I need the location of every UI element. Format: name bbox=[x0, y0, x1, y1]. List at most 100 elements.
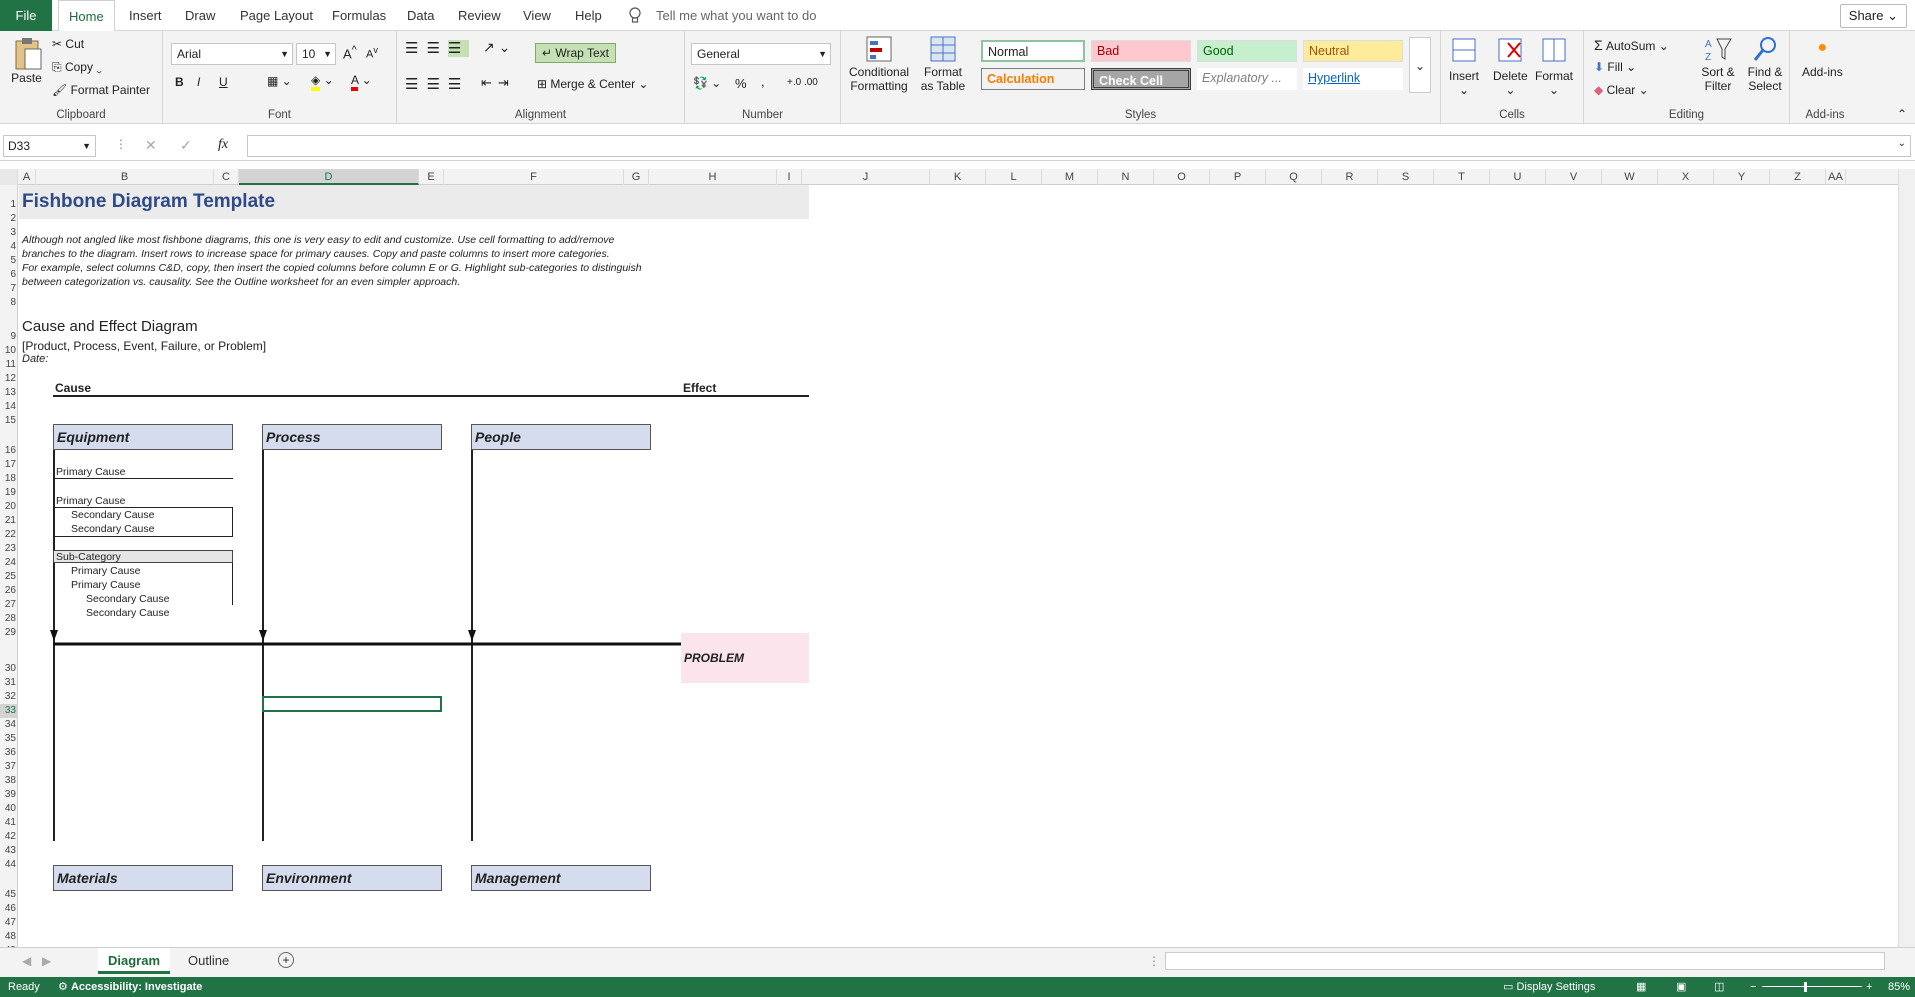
column-header-m[interactable]: M bbox=[1042, 169, 1098, 185]
column-header-y[interactable]: Y bbox=[1714, 169, 1770, 185]
row-header-34[interactable]: 34 bbox=[0, 718, 18, 732]
row-header-6[interactable]: 6 bbox=[0, 268, 18, 282]
collapse-ribbon-icon[interactable]: ⌃ bbox=[1897, 107, 1907, 121]
column-header-h[interactable]: H bbox=[649, 169, 777, 185]
row-header-47[interactable]: 47 bbox=[0, 916, 18, 930]
tell-me-search[interactable]: Tell me what you want to do bbox=[656, 0, 816, 31]
enter-icon[interactable]: ✓ bbox=[180, 137, 192, 154]
column-header-u[interactable]: U bbox=[1490, 169, 1546, 185]
row-header-35[interactable]: 35 bbox=[0, 732, 18, 746]
sheet-tab-diagram[interactable]: Diagram bbox=[98, 948, 171, 974]
accessibility-status[interactable]: ⚙ Accessibility: Investigate bbox=[58, 977, 202, 997]
prev-sheet-icon[interactable]: ◀ bbox=[22, 954, 31, 968]
row-header-23[interactable]: 23 bbox=[0, 542, 18, 556]
row-header-39[interactable]: 39 bbox=[0, 788, 18, 802]
increase-font-icon[interactable]: A^ bbox=[343, 44, 357, 61]
percent-button[interactable]: % bbox=[735, 76, 747, 91]
name-box[interactable]: D33 ▼ bbox=[3, 135, 96, 157]
row-header-8[interactable]: 8 bbox=[0, 296, 18, 310]
column-header-x[interactable]: X bbox=[1658, 169, 1714, 185]
row-header-41[interactable]: 41 bbox=[0, 816, 18, 830]
column-header-d[interactable]: D bbox=[239, 169, 419, 185]
row-header-48[interactable]: 48 bbox=[0, 930, 18, 944]
page-break-view-icon[interactable]: ◫ bbox=[1714, 977, 1724, 997]
comma-button[interactable]: , bbox=[761, 74, 765, 89]
style-calculation[interactable]: Calculation bbox=[981, 68, 1085, 90]
tab-draw[interactable]: Draw bbox=[185, 0, 215, 31]
next-sheet-icon[interactable]: ▶ bbox=[42, 954, 51, 968]
row-header-17[interactable]: 17 bbox=[0, 458, 18, 472]
row-header-30[interactable]: 30 bbox=[0, 640, 18, 676]
style-neutral[interactable]: Neutral bbox=[1303, 40, 1403, 62]
underline-button[interactable]: U bbox=[219, 75, 228, 89]
sort-filter-button[interactable]: A Z Sort & Filter bbox=[1696, 35, 1740, 93]
page-layout-view-icon[interactable]: ▣ bbox=[1676, 977, 1686, 997]
row-header-38[interactable]: 38 bbox=[0, 774, 18, 788]
style-bad[interactable]: Bad bbox=[1091, 40, 1191, 62]
row-header-31[interactable]: 31 bbox=[0, 676, 18, 690]
column-header-q[interactable]: Q bbox=[1266, 169, 1322, 185]
column-header-i[interactable]: I bbox=[777, 169, 802, 185]
style-explanatory[interactable]: Explanatory ... bbox=[1197, 68, 1297, 90]
column-header-o[interactable]: O bbox=[1154, 169, 1210, 185]
paste-button[interactable]: Paste bbox=[10, 37, 43, 85]
autosum-button[interactable]: Σ AutoSum ⌄ bbox=[1594, 37, 1669, 53]
insert-cells-button[interactable]: Insert ⌄ bbox=[1449, 35, 1479, 97]
column-header-r[interactable]: R bbox=[1322, 169, 1378, 185]
display-settings[interactable]: ▭ Display Settings bbox=[1503, 977, 1595, 997]
row-header-22[interactable]: 22 bbox=[0, 528, 18, 542]
row-header-45[interactable]: 45 bbox=[0, 872, 18, 902]
font-color-icon[interactable]: A ⌄ bbox=[351, 73, 372, 91]
row-header-2[interactable]: 2 bbox=[0, 212, 18, 226]
format-as-table-button[interactable]: Format as Table bbox=[917, 35, 969, 93]
add-sheet-icon[interactable]: + bbox=[278, 952, 294, 968]
zoom-slider[interactable] bbox=[1804, 982, 1807, 992]
row-header-9[interactable]: 9 bbox=[0, 310, 18, 344]
font-size-select[interactable]: 10 ▼ bbox=[296, 43, 336, 65]
row-header-15[interactable]: 15 bbox=[0, 414, 18, 428]
row-header-29[interactable]: 29 bbox=[0, 626, 18, 640]
row-header-28[interactable]: 28 bbox=[0, 612, 18, 626]
row-header-46[interactable]: 46 bbox=[0, 902, 18, 916]
tab-insert[interactable]: Insert bbox=[129, 0, 162, 31]
row-header-16[interactable]: 16 bbox=[0, 428, 18, 458]
tab-file[interactable]: File bbox=[0, 0, 52, 31]
tab-view[interactable]: View bbox=[523, 0, 551, 31]
column-header-l[interactable]: L bbox=[986, 169, 1042, 185]
merge-center-button[interactable]: ⊞ Merge & Center ⌄ bbox=[537, 77, 648, 91]
delete-cells-button[interactable]: Delete ⌄ bbox=[1493, 35, 1528, 97]
row-header-7[interactable]: 7 bbox=[0, 282, 18, 296]
find-select-button[interactable]: Find & Select bbox=[1742, 35, 1788, 93]
column-header-a[interactable]: A bbox=[18, 169, 36, 185]
tab-splitter-icon[interactable]: ⋮ bbox=[1148, 954, 1160, 968]
row-header-19[interactable]: 19 bbox=[0, 486, 18, 500]
style-hyperlink[interactable]: Hyperlink bbox=[1303, 68, 1403, 90]
row-header-12[interactable]: 12 bbox=[0, 372, 18, 386]
borders-icon[interactable]: ▦ ⌄ bbox=[267, 74, 292, 88]
row-header-36[interactable]: 36 bbox=[0, 746, 18, 760]
style-check-cell[interactable]: Check Cell bbox=[1091, 68, 1191, 90]
row-header-3[interactable]: 3 bbox=[0, 226, 18, 240]
row-header-4[interactable]: 4 bbox=[0, 240, 18, 254]
column-header-w[interactable]: W bbox=[1602, 169, 1658, 185]
column-header-f[interactable]: F bbox=[444, 169, 624, 185]
vertical-align-icons[interactable]: ☰☰☰ bbox=[405, 39, 470, 57]
currency-icon[interactable]: 💱 ⌄ bbox=[693, 76, 721, 90]
column-header-z[interactable]: Z bbox=[1770, 169, 1826, 185]
row-header-40[interactable]: 40 bbox=[0, 802, 18, 816]
sheet-tab-outline[interactable]: Outline bbox=[178, 948, 239, 974]
column-header-t[interactable]: T bbox=[1434, 169, 1490, 185]
formula-input[interactable]: ⌄ bbox=[247, 135, 1911, 157]
column-header-e[interactable]: E bbox=[419, 169, 444, 185]
cut-button[interactable]: ✂ Cut bbox=[52, 37, 84, 51]
horizontal-scrollbar[interactable] bbox=[1165, 952, 1885, 970]
number-format-select[interactable]: General ▼ bbox=[691, 43, 831, 65]
copy-button[interactable]: ⎘ Copy ⌄ bbox=[52, 60, 102, 75]
fill-color-icon[interactable]: ◈ ⌄ bbox=[311, 73, 334, 91]
tab-data[interactable]: Data bbox=[407, 0, 434, 31]
zoom-in-icon[interactable]: + bbox=[1866, 977, 1872, 997]
column-header-k[interactable]: K bbox=[930, 169, 986, 185]
conditional-formatting-button[interactable]: Conditional Formatting bbox=[849, 35, 909, 93]
row-header-21[interactable]: 21 bbox=[0, 514, 18, 528]
cancel-icon[interactable]: ✕ bbox=[145, 137, 157, 154]
